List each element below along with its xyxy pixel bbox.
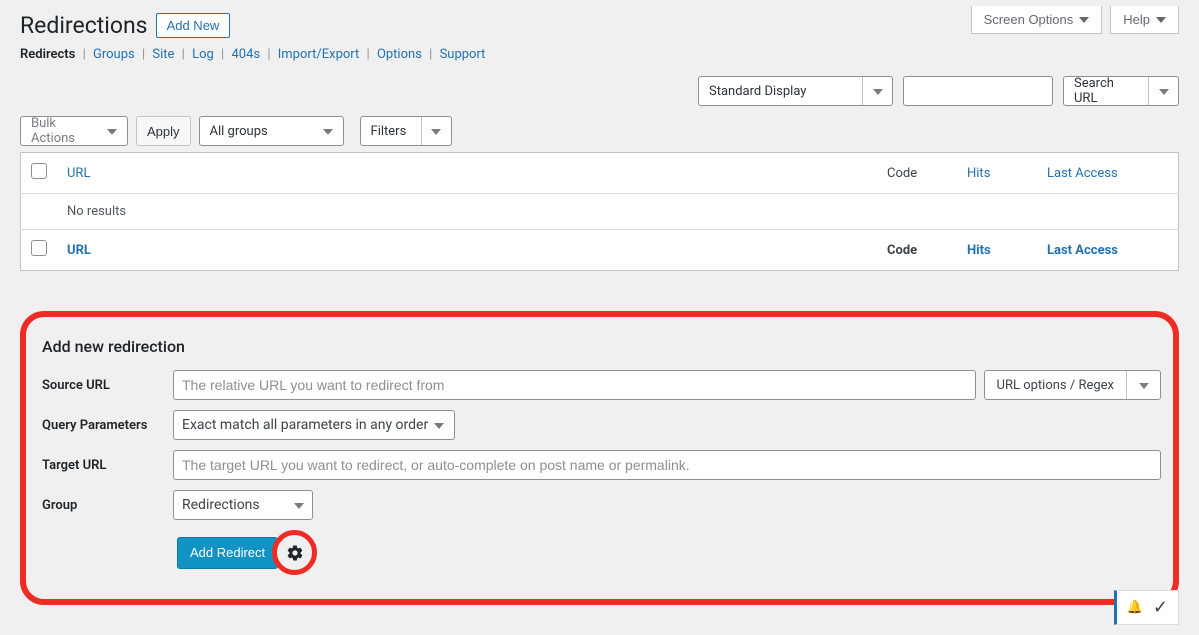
url-options-select[interactable]: URL options / Regex <box>984 370 1161 400</box>
subnav-log[interactable]: Log <box>192 47 214 62</box>
source-url-label: Source URL <box>38 378 173 393</box>
target-url-label: Target URL <box>38 458 173 473</box>
bulk-actions-select[interactable]: Bulk Actions <box>20 116 128 146</box>
col-url-header[interactable]: URL <box>67 166 90 181</box>
chevron-down-icon <box>294 497 304 513</box>
filters-label: Filters <box>361 124 421 139</box>
chevron-down-icon <box>862 77 892 105</box>
col-hits-header[interactable]: Hits <box>967 166 990 181</box>
group-select[interactable]: Redirections <box>173 490 313 520</box>
subnav-support[interactable]: Support <box>440 47 486 62</box>
source-url-input[interactable] <box>173 370 976 400</box>
bulk-actions-value: Bulk Actions <box>21 116 97 146</box>
status-tray: 🔔 ✓ <box>1114 590 1179 625</box>
bell-icon[interactable]: 🔔 <box>1127 600 1143 615</box>
subnav-groups[interactable]: Groups <box>93 47 135 62</box>
chevron-down-icon <box>434 417 444 433</box>
col-url-footer[interactable]: URL <box>67 243 91 258</box>
chevron-down-icon <box>1126 371 1160 399</box>
target-url-input[interactable] <box>173 450 1161 480</box>
subnav-redirects[interactable]: Redirects <box>20 47 75 62</box>
help-label: Help <box>1123 12 1150 27</box>
group-label: Group <box>38 498 173 513</box>
check-icon: ✓ <box>1153 597 1168 618</box>
col-hits-footer[interactable]: Hits <box>967 243 991 258</box>
chevron-down-icon <box>97 117 127 145</box>
subnav-options[interactable]: Options <box>377 47 422 62</box>
screen-options-label: Screen Options <box>984 12 1074 27</box>
chevron-down-icon <box>313 117 343 145</box>
add-new-button[interactable]: Add New <box>156 13 231 38</box>
search-url-label: Search URL <box>1064 76 1148 106</box>
chevron-down-icon <box>421 117 451 145</box>
col-code-header: Code <box>877 153 957 194</box>
chevron-down-icon <box>1148 77 1178 105</box>
gear-icon <box>286 544 304 562</box>
group-select-value: Redirections <box>182 497 288 513</box>
col-code-footer: Code <box>877 230 957 271</box>
chevron-down-icon <box>1079 17 1089 23</box>
display-mode-select[interactable]: Standard Display <box>698 76 893 106</box>
select-all-checkbox-footer[interactable] <box>31 240 47 256</box>
search-type-input[interactable] <box>903 76 1053 106</box>
col-last-access-header[interactable]: Last Access <box>1047 166 1118 181</box>
chevron-down-icon <box>1156 17 1166 23</box>
select-all-checkbox[interactable] <box>31 163 47 179</box>
apply-button[interactable]: Apply <box>136 116 191 146</box>
redirects-table: URL Code Hits Last Access No results URL… <box>20 152 1179 271</box>
subnav: Redirects | Groups | Site | Log | 404s |… <box>20 47 1179 62</box>
url-options-label: URL options / Regex <box>985 378 1126 393</box>
advanced-settings-button[interactable] <box>272 530 317 575</box>
table-row-empty: No results <box>21 194 1179 230</box>
query-params-select[interactable]: Exact match all parameters in any order <box>173 410 455 440</box>
col-last-access-footer[interactable]: Last Access <box>1047 243 1118 258</box>
search-url-button[interactable]: Search URL <box>1063 76 1179 106</box>
query-params-label: Query Parameters <box>38 418 173 433</box>
subnav-import-export[interactable]: Import/Export <box>278 47 360 62</box>
page-title: Redirections <box>20 12 148 39</box>
subnav-site[interactable]: Site <box>152 47 174 62</box>
filters-button[interactable]: Filters <box>360 116 452 146</box>
query-params-value: Exact match all parameters in any order <box>182 417 428 433</box>
add-redirect-button[interactable]: Add Redirect <box>177 537 278 569</box>
no-results-text: No results <box>21 194 1179 230</box>
subnav-404s[interactable]: 404s <box>231 47 260 62</box>
screen-options-button[interactable]: Screen Options <box>971 6 1103 34</box>
form-heading: Add new redirection <box>42 337 1161 356</box>
group-filter-value: All groups <box>200 124 313 139</box>
add-redirection-form: Add new redirection Source URL URL optio… <box>20 311 1179 605</box>
help-button[interactable]: Help <box>1110 6 1179 34</box>
display-mode-value: Standard Display <box>699 84 862 99</box>
group-filter-select[interactable]: All groups <box>199 116 344 146</box>
